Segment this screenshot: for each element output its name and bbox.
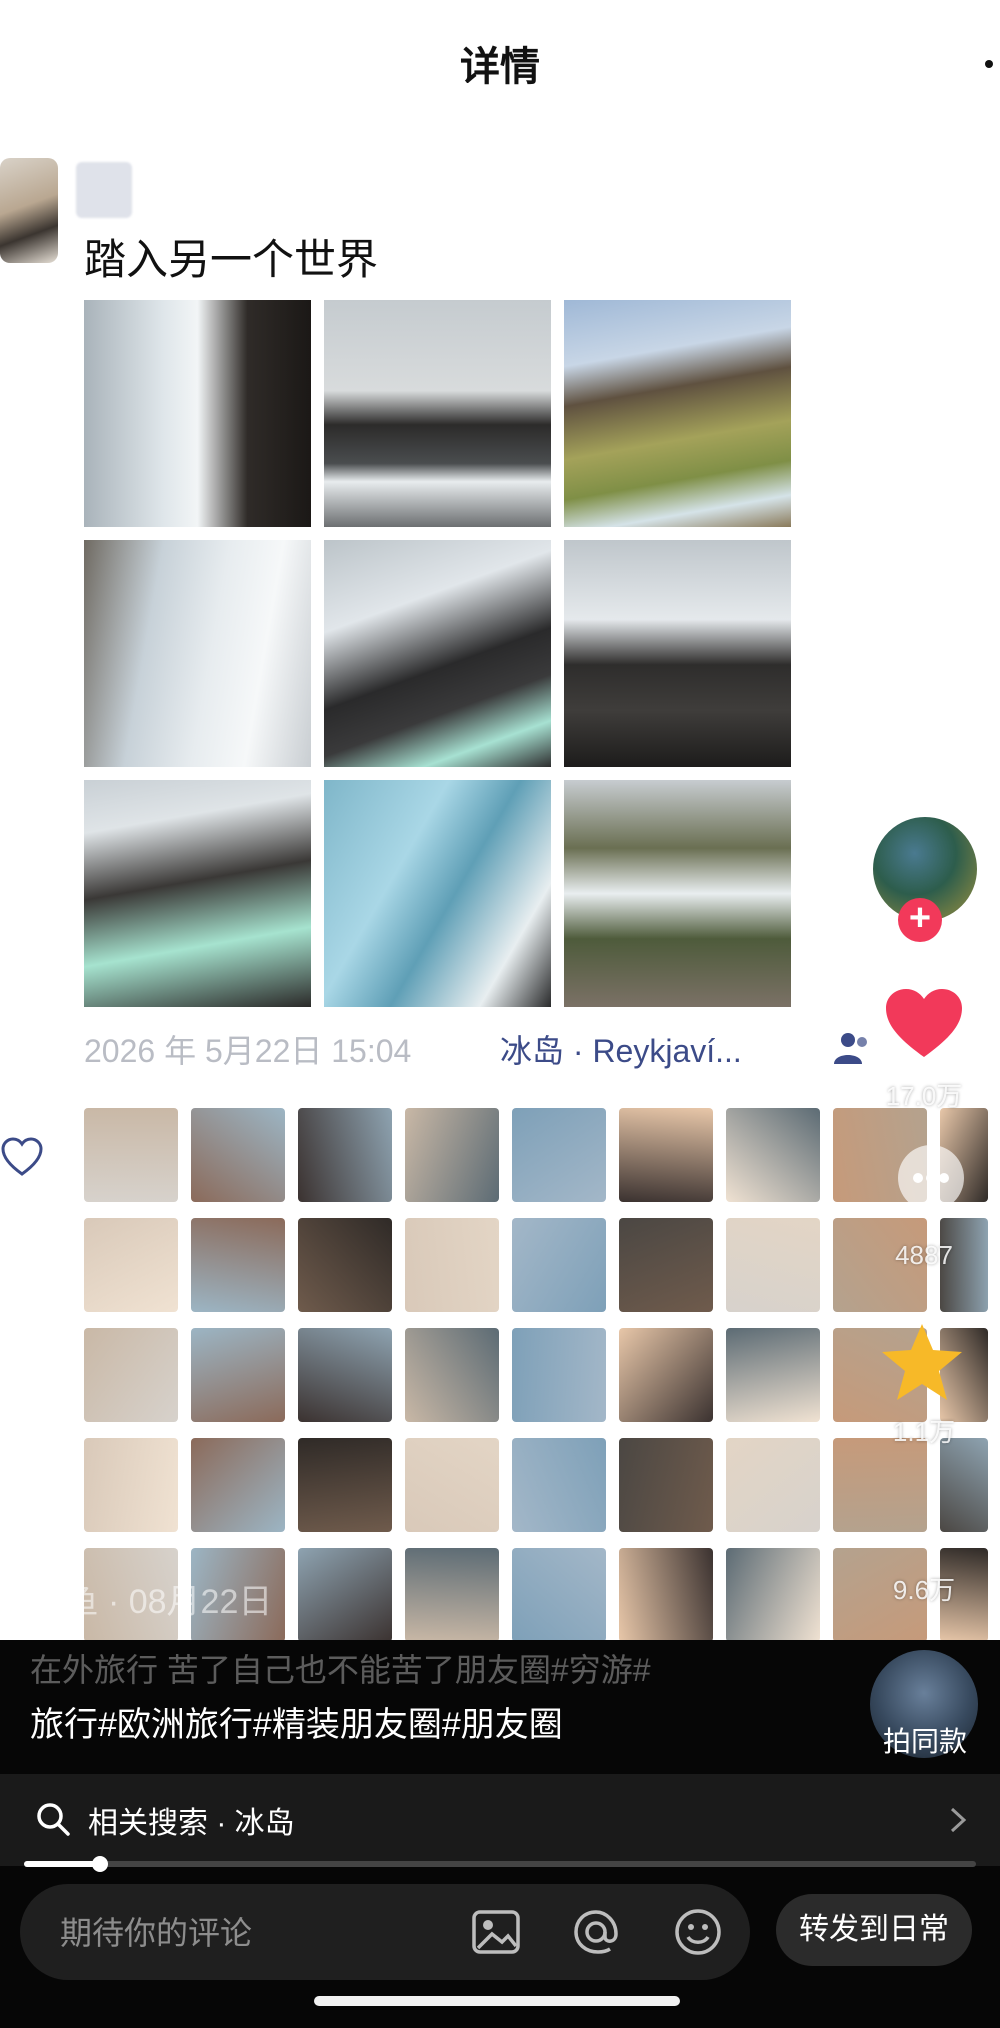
heart-outline-icon [1,1137,43,1176]
post-location[interactable]: 冰岛 · Reykjaví... [500,1026,742,1072]
liker-avatar[interactable] [84,1438,178,1532]
favorite-count: 1.1万 [892,1417,956,1447]
progress-handle[interactable] [92,1856,108,1872]
photo-thumbnail[interactable] [84,540,311,767]
liker-avatar[interactable] [512,1548,606,1642]
liker-avatar[interactable] [726,1218,820,1312]
star-icon[interactable] [878,1320,966,1404]
liker-avatar[interactable] [298,1438,392,1532]
caption-line-faded: 在外旅行 苦了自己也不能苦了朋友圈#穷游# [30,1652,651,1688]
repost-button[interactable]: 转发到日常 [776,1894,972,1966]
share-count: 9.6万 [892,1575,956,1605]
heart-icon[interactable] [882,985,966,1061]
liker-avatar[interactable] [405,1108,499,1202]
liker-avatar[interactable] [84,1328,178,1422]
liker-avatar[interactable] [405,1548,499,1642]
liker-avatar[interactable] [726,1548,820,1642]
liker-avatar[interactable] [726,1328,820,1422]
home-indicator [314,1996,680,2006]
liker-avatar[interactable] [619,1548,713,1642]
overlay-username[interactable]: @鱼 · 08月22日 [30,1574,272,1623]
related-search-label[interactable]: 相关搜索 · 冰岛 [88,1798,295,1842]
author-avatar[interactable] [0,158,58,263]
photo-thumbnail[interactable] [324,780,551,1007]
photo-thumbnail[interactable] [84,300,311,527]
liker-avatar[interactable] [405,1218,499,1312]
photo-thumbnail[interactable] [324,540,551,767]
liker-avatar[interactable] [191,1218,285,1312]
progress-track[interactable] [24,1861,976,1867]
liker-avatar[interactable] [191,1328,285,1422]
liker-avatar[interactable] [298,1548,392,1642]
liker-avatar[interactable] [833,1438,927,1532]
photo-thumbnail[interactable] [564,780,791,1007]
people-icon[interactable] [832,1030,872,1066]
emoji-icon[interactable] [672,1906,724,1958]
photo-thumbnail[interactable] [324,300,551,527]
post-date: 2026 年 5月22日 15:04 [84,1033,412,1069]
liker-avatar[interactable] [726,1438,820,1532]
liker-avatar[interactable] [512,1328,606,1422]
progress-fill [24,1861,100,1867]
page-title: 详情 [460,45,540,89]
same-style-label[interactable]: 拍同款 [870,1720,980,1760]
liker-avatar[interactable] [512,1438,606,1532]
liker-avatar[interactable] [512,1108,606,1202]
liker-avatar[interactable] [940,1438,988,1532]
photo-thumbnail[interactable] [564,300,791,527]
liker-avatar[interactable] [619,1328,713,1422]
liker-avatar[interactable] [84,1108,178,1202]
comment-icon[interactable] [898,1145,964,1211]
like-count: 17.0万 [885,1081,963,1111]
comment-count: 4887 [895,1240,953,1270]
at-icon[interactable] [570,1906,622,1958]
search-icon [37,1803,70,1836]
photo-thumbnail[interactable] [564,540,791,767]
liker-avatar[interactable] [512,1218,606,1312]
liker-avatar[interactable] [619,1438,713,1532]
chevron-right-icon [950,1807,967,1833]
more-icon[interactable] [985,60,993,68]
follow-button[interactable]: + [898,898,942,942]
author-name-blurred [76,162,132,218]
liker-avatar[interactable] [298,1108,392,1202]
liker-avatar[interactable] [191,1438,285,1532]
liker-avatar[interactable] [84,1218,178,1312]
image-icon[interactable] [470,1906,522,1958]
liker-avatar[interactable] [405,1438,499,1532]
liker-avatar[interactable] [298,1218,392,1312]
liker-avatar[interactable] [619,1218,713,1312]
photo-thumbnail[interactable] [84,780,311,1007]
liker-avatar[interactable] [726,1108,820,1202]
liker-avatar[interactable] [191,1108,285,1202]
liker-avatar[interactable] [619,1108,713,1202]
post-text: 踏入另一个世界 [84,236,379,283]
comment-placeholder[interactable]: 期待你的评论 [60,1908,252,1954]
liker-avatar[interactable] [298,1328,392,1422]
liker-avatar[interactable] [405,1328,499,1422]
caption-line[interactable]: 旅行#欧洲旅行#精装朋友圈#朋友圈 [30,1697,563,1746]
